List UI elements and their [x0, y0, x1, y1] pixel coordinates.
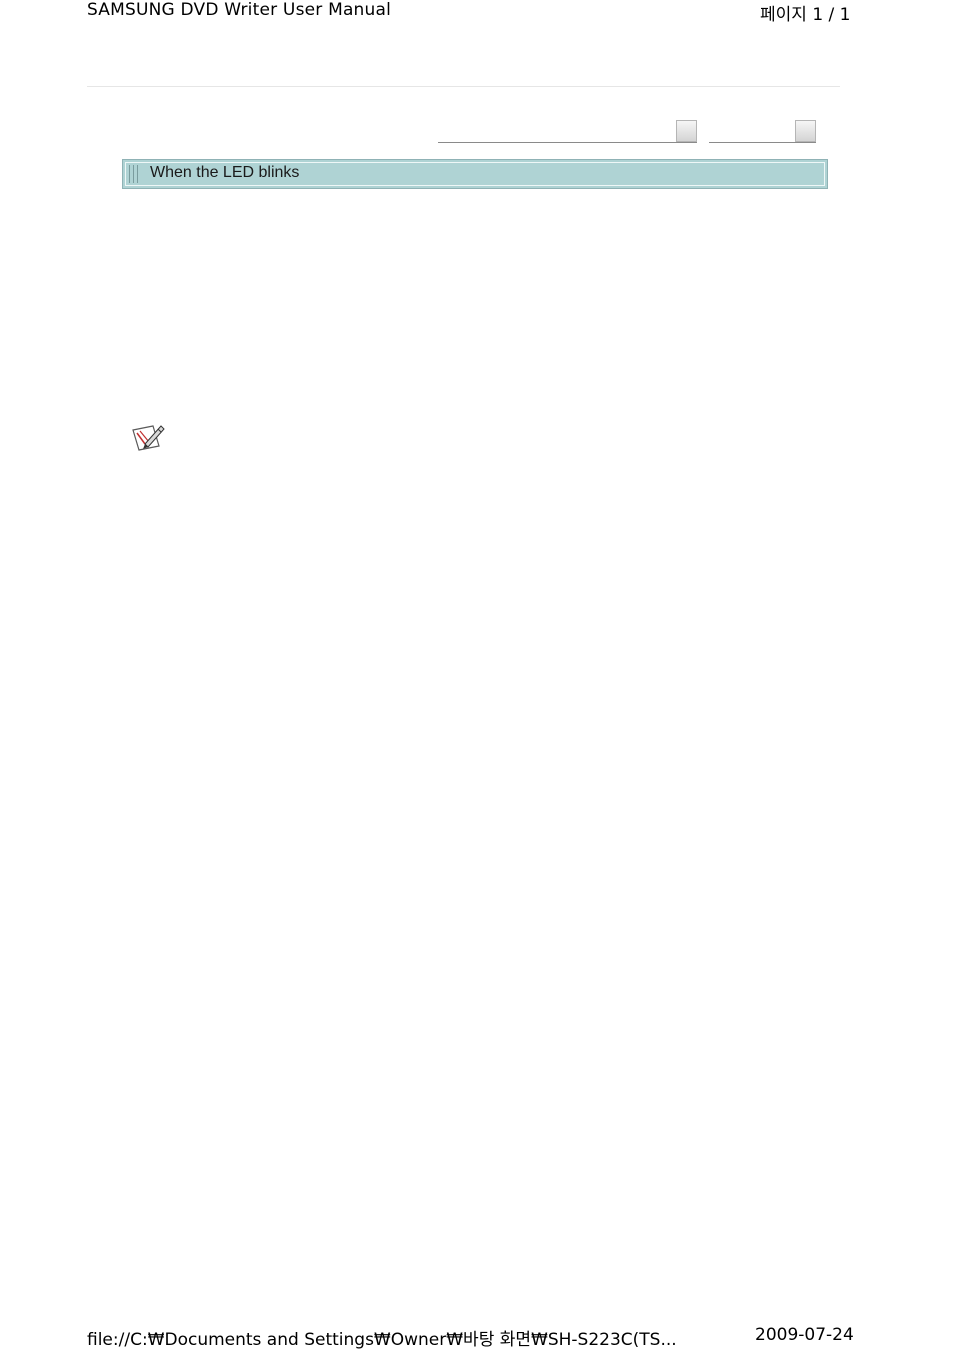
document-title: SAMSUNG DVD Writer User Manual	[87, 0, 392, 20]
go-select-dropdown-button[interactable]	[795, 120, 816, 142]
page-indicator: 페이지 1 / 1	[760, 5, 851, 25]
section-title-bar: When the LED blinks	[122, 159, 828, 189]
print-date: 2009-07-24	[755, 1325, 854, 1345]
section-title: When the LED blinks	[150, 164, 300, 181]
topic-select[interactable]	[438, 120, 697, 143]
note-pencil-icon	[132, 425, 165, 451]
go-select[interactable]	[709, 120, 816, 143]
topic-select-dropdown-button[interactable]	[676, 120, 697, 142]
file-path: file://C:₩Documents and Settings₩Owner₩바…	[87, 1330, 677, 1350]
grip-icon	[129, 165, 141, 183]
header-divider	[87, 86, 840, 87]
